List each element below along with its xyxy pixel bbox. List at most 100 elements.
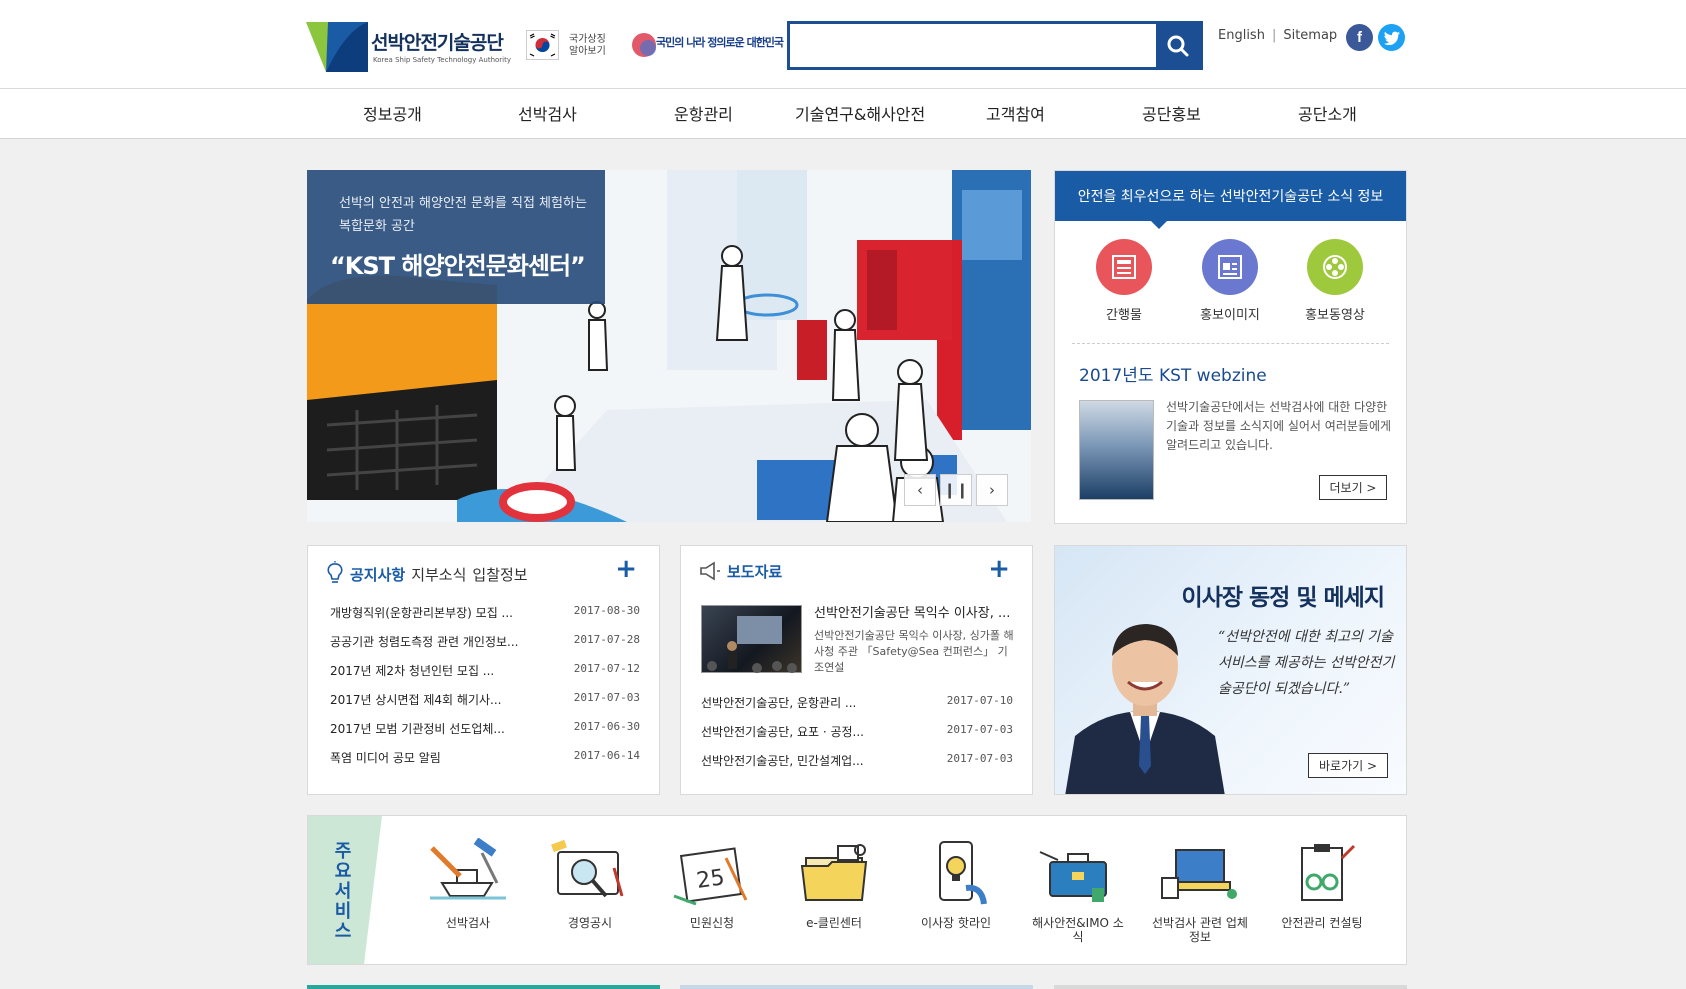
nav-pr[interactable]: 공단홍보	[1142, 101, 1201, 125]
service-label: e-클린센터	[806, 916, 862, 930]
national-symbol-link[interactable]: 국가상징 알아보기	[526, 28, 608, 62]
list-item[interactable]: 선박안전기술공단, 민간설계업... 2017-07-03	[701, 746, 1013, 775]
item-title: 선박안전기술공단, 요포 · 공정...	[701, 725, 864, 739]
service-label: 민원신청	[689, 916, 735, 930]
pr-video-label: 홍보동영상	[1305, 308, 1365, 323]
folder-icon	[800, 844, 868, 901]
press-list: 선박안전기술공단, 운항관리 ... 2017-07-10 선박안전기술공단, 요…	[701, 688, 1013, 775]
webzine-more-button[interactable]: 더보기 >	[1319, 475, 1387, 500]
tab-press-release[interactable]: 보도자료	[727, 563, 782, 581]
press-panel: 보도자료 + 선박안전기술공단 목익수 이사장, ... 선박안전기술공단 목익…	[680, 545, 1033, 795]
divider	[1072, 343, 1389, 344]
logo-title: 선박안전기술공단	[371, 32, 504, 54]
nav-ship-inspection[interactable]: 선박검사	[518, 101, 577, 125]
list-item[interactable]: 2017년 모범 기관정비 선도업체... 2017-06-30	[330, 714, 640, 743]
list-item[interactable]: 선박안전기술공단, 운항관리 ... 2017-07-10	[701, 688, 1013, 717]
facebook-icon[interactable]: f	[1346, 24, 1373, 51]
prev-icon[interactable]: ‹	[904, 474, 936, 506]
service-label: 선박검사	[445, 916, 491, 930]
item-date: 2017-06-14	[573, 749, 640, 762]
nav-customer[interactable]: 고객참여	[986, 101, 1045, 125]
site-header: 선박안전기술공단 Korea Ship Safety Technology Au…	[0, 0, 1686, 89]
publication-label: 간행물	[1106, 308, 1142, 323]
list-item[interactable]: 2017년 상시면접 제4회 해기사... 2017-07-03	[330, 685, 640, 714]
logo-subtitle: Korea Ship Safety Technology Authority	[373, 56, 512, 64]
service-label: 해사안전&IMO 소식	[1032, 916, 1124, 944]
ceo-goto-button[interactable]: 바로가기 >	[1308, 753, 1388, 778]
item-date: 2017-07-12	[573, 662, 640, 675]
nav-operation-management[interactable]: 운항관리	[674, 101, 733, 125]
pr-video-link[interactable]: 홍보동영상	[1295, 239, 1375, 323]
service-ceo-hotline[interactable]: 이사장 핫라인	[906, 838, 1006, 930]
press-more-plus-icon[interactable]: +	[988, 556, 1010, 582]
slider-controls: ‹ ❙❙ ›	[904, 474, 1016, 506]
nav-about[interactable]: 공단소개	[1298, 101, 1357, 125]
webzine-title[interactable]: 2017년도 KST webzine	[1079, 361, 1267, 386]
press-featured-title[interactable]: 선박안전기술공단 목익수 이사장, ...	[814, 602, 1014, 621]
nav-info-disclosure[interactable]: 정보공개	[363, 101, 422, 125]
service-company-info[interactable]: 선박검사 관련 업체정보	[1150, 838, 1250, 944]
service-civil-petition[interactable]: 25 민원신청	[662, 838, 762, 930]
item-date: 2017-08-30	[573, 604, 640, 617]
list-item[interactable]: 개방형직위(운항관리본부장) 모집 ... 2017-08-30	[330, 598, 640, 627]
tab-bid-info[interactable]: 입찰정보	[472, 566, 527, 584]
notice-more-plus-icon[interactable]: +	[615, 556, 637, 582]
next-icon[interactable]: ›	[976, 474, 1008, 506]
publication-icon	[1096, 239, 1152, 295]
item-title: 개방형직위(운항관리본부장) 모집 ...	[330, 606, 513, 620]
notice-tabs: 공지사항 지부소식 입찰정보	[326, 561, 534, 585]
ceo-message-panel: 이사장 동정 및 메세지 “선박안전에 대한 최고의 기술서비스를 제공하는 선…	[1054, 545, 1407, 795]
tab-notice[interactable]: 공지사항	[350, 566, 405, 584]
service-safety-consulting[interactable]: 안전관리 컨설팅	[1272, 838, 1372, 930]
press-featured-desc: 선박안전기술공단 목익수 이사장, 싱가폴 해사청 주관 「Safety@Sea…	[814, 629, 1014, 674]
nav-tech-research[interactable]: 기술연구&해사안전	[795, 101, 925, 125]
main-visual-slider[interactable]: 선박의 안전과 해양안전 문화를 직접 체험하는 복합문화 공간 “KST 해양…	[307, 170, 1031, 522]
item-title: 공공기관 청렴도측정 관련 개인정보...	[330, 635, 519, 649]
service-label: 이사장 핫라인	[920, 916, 992, 930]
lightbulb-icon	[327, 561, 343, 583]
english-link[interactable]: English	[1218, 28, 1265, 43]
clipboard-icon	[1301, 844, 1356, 901]
press-featured-image[interactable]	[701, 605, 802, 673]
site-logo[interactable]: 선박안전기술공단 Korea Ship Safety Technology Au…	[306, 22, 511, 72]
service-label: 경영공시	[567, 916, 613, 930]
sitemap-link[interactable]: Sitemap	[1283, 28, 1337, 43]
main-services: 주요서비스 선박검사 경영공시 25 민원신청 e-클린센터 이사장 핫라인 해…	[307, 815, 1407, 965]
item-title: 2017년 상시면접 제4회 해기사...	[330, 693, 502, 707]
services-title: 주요서비스	[334, 841, 352, 942]
search-button[interactable]	[1156, 24, 1200, 67]
item-title: 선박안전기술공단, 운항관리 ...	[701, 696, 857, 710]
slogan-brush-icon	[632, 33, 656, 57]
pause-icon[interactable]: ❙❙	[940, 474, 972, 506]
list-item[interactable]: 폭염 미디어 공모 알림 2017-06-14	[330, 743, 640, 772]
search-input[interactable]	[790, 24, 1156, 67]
service-maritime-imo-news[interactable]: 해사안전&IMO 소식	[1028, 838, 1128, 944]
publication-link[interactable]: 간행물	[1084, 239, 1164, 323]
item-title: 2017년 모범 기관정비 선도업체...	[330, 722, 505, 736]
laptop-icon	[1161, 849, 1237, 899]
list-item[interactable]: 2017년 제2차 청년인턴 모집 ... 2017-07-12	[330, 656, 640, 685]
press-header: 보도자료	[699, 561, 788, 585]
calendar-icon: 25	[673, 847, 748, 906]
main-navigation: 정보공개 선박검사 운항관리 기술연구&해사안전 고객참여 공단홍보 공단소개	[0, 89, 1686, 139]
twitter-icon[interactable]	[1378, 24, 1405, 51]
item-date: 2017-07-03	[946, 752, 1013, 765]
service-management-disclosure[interactable]: 경영공시	[540, 838, 640, 930]
next-section-edge	[307, 985, 660, 989]
service-ship-inspection[interactable]: 선박검사	[418, 837, 518, 930]
visual-caption-small: 선박의 안전과 해양안전 문화를 직접 체험하는 복합문화 공간	[339, 196, 587, 234]
webzine-description: 선박기술공단에서는 선박검사에 대한 다양한 기술과 정보를 소식지에 실어서 …	[1166, 400, 1392, 452]
webzine-cover-image[interactable]	[1079, 400, 1154, 500]
list-item[interactable]: 공공기관 청렴도측정 관련 개인정보... 2017-07-28	[330, 627, 640, 656]
list-item[interactable]: 선박안전기술공단, 요포 · 공정... 2017-07-03	[701, 717, 1013, 746]
item-date: 2017-07-03	[946, 723, 1013, 736]
pr-image-label: 홍보이미지	[1200, 308, 1260, 323]
ship-inspection-icon	[430, 837, 506, 900]
service-e-clean-center[interactable]: e-클린센터	[784, 838, 884, 930]
tab-branch-news[interactable]: 지부소식	[411, 566, 466, 584]
government-slogan: 국민의 나라 정의로운 대한민국	[630, 28, 784, 62]
news-info-panel: 안전을 최우선으로 하는 선박안전기술공단 소식 정보 간행물 홍보이미지 홍보…	[1054, 170, 1407, 524]
pr-image-link[interactable]: 홍보이미지	[1190, 239, 1270, 323]
next-section-edge	[680, 985, 1033, 989]
item-date: 2017-07-03	[573, 691, 640, 704]
